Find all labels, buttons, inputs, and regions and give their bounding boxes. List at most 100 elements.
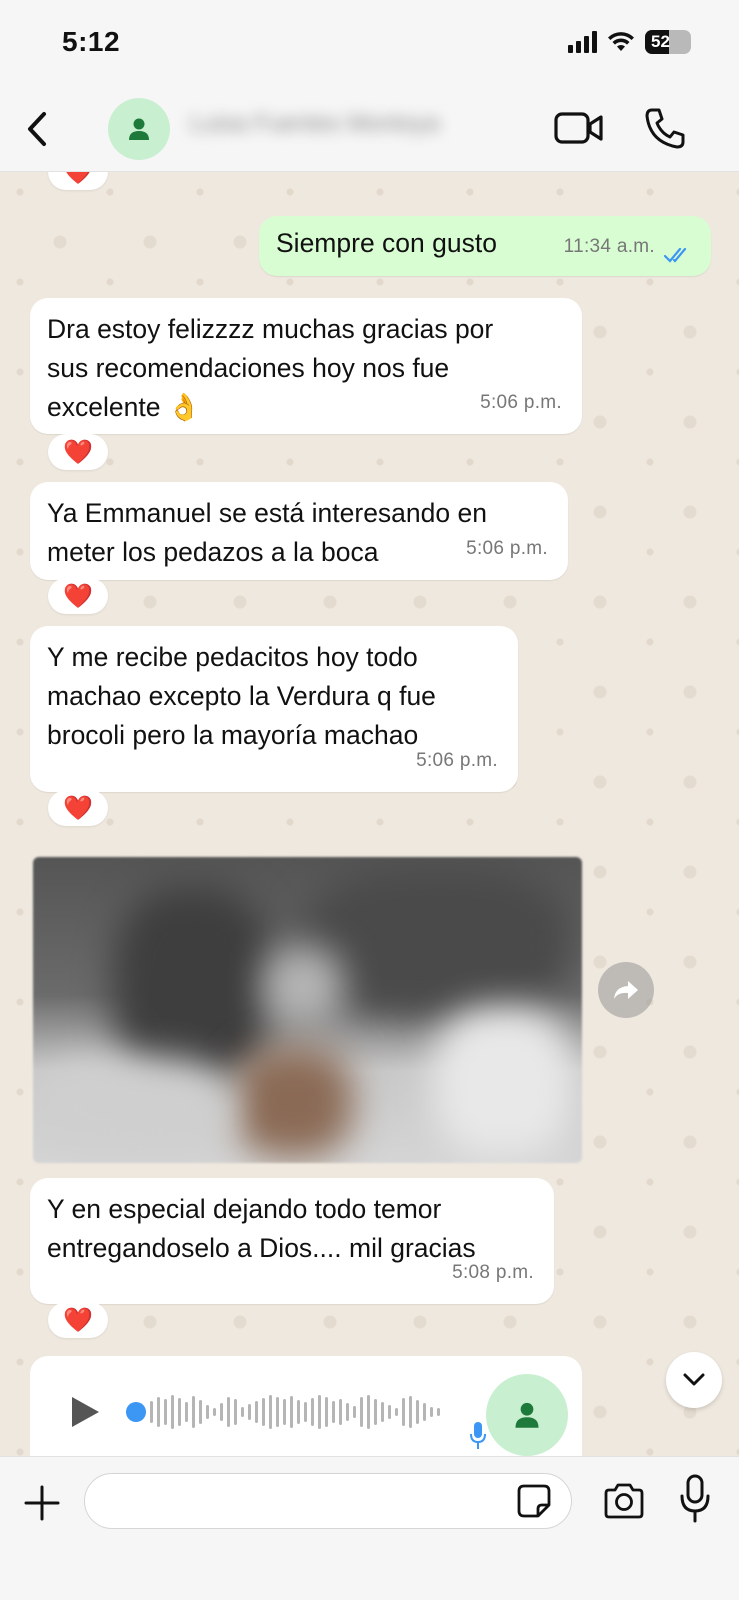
- message-time: 11:34 a.m.: [563, 236, 655, 257]
- waveform-bar: [206, 1405, 209, 1419]
- waveform-bar: [213, 1408, 216, 1416]
- waveform-bar: [164, 1399, 167, 1425]
- battery-level: 52: [651, 32, 670, 51]
- waveform-bar: [346, 1403, 349, 1421]
- reaction-badge[interactable]: ❤️: [48, 578, 108, 614]
- video-camera-icon[interactable]: [553, 106, 605, 150]
- waveform-bar: [262, 1398, 265, 1426]
- heart-reaction: ❤️: [63, 438, 93, 466]
- camera-icon[interactable]: [602, 1481, 646, 1521]
- plus-icon[interactable]: [22, 1483, 62, 1523]
- message-bubble-incoming[interactable]: Y en especial dejando todo temor entrega…: [30, 1178, 554, 1304]
- heart-reaction: ❤️: [63, 1306, 93, 1334]
- waveform-bar: [360, 1397, 363, 1427]
- composer-bar: [0, 1456, 739, 1600]
- microphone-icon[interactable]: [678, 1473, 712, 1525]
- waveform-bar: [367, 1395, 370, 1429]
- message-bubble-incoming[interactable]: Ya Emmanuel se está interesando en meter…: [30, 482, 568, 580]
- waveform-bar: [269, 1395, 272, 1429]
- play-icon[interactable]: [68, 1394, 102, 1430]
- avatar: [486, 1374, 568, 1456]
- waveform-bar: [374, 1399, 377, 1425]
- message-line: Dra estoy felizzzz muchas gracias por: [47, 314, 494, 344]
- heart-reaction: ❤️: [63, 582, 93, 610]
- waveform-bar: [318, 1395, 321, 1429]
- battery-icon: 52: [645, 30, 691, 54]
- contact-name[interactable]: Luisa Fuentes Montoya: [190, 110, 510, 146]
- signal-icon: [568, 31, 597, 53]
- sticker-icon[interactable]: [516, 1483, 552, 1519]
- waveform-bar: [297, 1400, 300, 1424]
- chevron-left-icon[interactable]: [18, 104, 58, 154]
- waveform-bar: [255, 1401, 258, 1423]
- waveform-bar: [150, 1401, 153, 1423]
- message-time: 5:06 p.m.: [416, 750, 498, 771]
- waveform-bar: [325, 1397, 328, 1427]
- waveform-bar: [409, 1396, 412, 1428]
- message-bubble-incoming[interactable]: Y me recibe pedacitos hoy todo machao ex…: [30, 626, 518, 792]
- waveform-bar: [402, 1398, 405, 1426]
- message-line: machao excepto la Verdura q fue: [47, 681, 436, 711]
- person-icon: [129, 118, 149, 140]
- chat-area[interactable]: ❤️ Siempre con gusto 11:34 a.m. Dra esto…: [0, 172, 739, 1456]
- chat-header: Luisa Fuentes Montoya: [0, 86, 739, 172]
- waveform-bar: [388, 1405, 391, 1419]
- waveform-bar: [178, 1398, 181, 1426]
- waveform-bar: [157, 1397, 160, 1427]
- message-bubble-outgoing[interactable]: Siempre con gusto 11:34 a.m.: [259, 216, 711, 276]
- double-check-icon: [663, 247, 687, 263]
- reaction-badge[interactable]: ❤️: [48, 790, 108, 826]
- waveform-bar: [332, 1401, 335, 1423]
- heart-reaction: ❤️: [63, 794, 93, 822]
- waveform-bar: [283, 1399, 286, 1425]
- wifi-icon: [608, 32, 634, 51]
- message-time: 5:06 p.m.: [466, 538, 548, 559]
- waveform[interactable]: [126, 1392, 486, 1432]
- waveform-bar: [353, 1406, 356, 1418]
- waveform-bar: [171, 1395, 174, 1429]
- scroll-down-button[interactable]: [666, 1352, 722, 1408]
- waveform-bar: [395, 1408, 398, 1416]
- heart-reaction: ❤️: [63, 172, 93, 186]
- waveform-bar: [185, 1402, 188, 1422]
- waveform-bar: [227, 1397, 230, 1427]
- waveform-bar: [311, 1398, 314, 1426]
- person-icon: [515, 1402, 539, 1428]
- reaction-badge[interactable]: ❤️: [48, 172, 108, 190]
- message-time: 5:06 p.m.: [480, 392, 562, 413]
- waveform-bar: [416, 1400, 419, 1424]
- reaction-badge[interactable]: ❤️: [48, 1302, 108, 1338]
- chevron-down-icon: [683, 1373, 705, 1386]
- waveform-bar: [234, 1399, 237, 1425]
- waveform-bar: [381, 1402, 384, 1422]
- message-time: 5:08 p.m.: [452, 1262, 534, 1283]
- avatar[interactable]: [108, 98, 170, 160]
- status-bar: 5:12 52: [0, 0, 739, 86]
- microphone-icon: [470, 1422, 486, 1449]
- waveform-bar: [430, 1407, 433, 1417]
- status-icons: 52: [568, 30, 695, 54]
- message-line: Ya Emmanuel se está interesando en: [47, 498, 487, 528]
- forward-icon: [614, 981, 638, 999]
- media-thumbnail[interactable]: [33, 857, 582, 1163]
- waveform-bar: [192, 1396, 195, 1428]
- message-bubble-incoming[interactable]: Dra estoy felizzzz muchas gracias por su…: [30, 298, 582, 434]
- message-line: Y me recibe pedacitos hoy todo: [47, 642, 418, 672]
- forward-button[interactable]: [598, 962, 654, 1018]
- waveform-bar: [304, 1402, 307, 1422]
- waveform-bar: [437, 1408, 440, 1416]
- message-input[interactable]: [84, 1473, 572, 1529]
- message-line: Y en especial dejando todo temor: [47, 1194, 442, 1224]
- message-text: Siempre con gusto: [276, 228, 497, 258]
- waveform-bar: [241, 1407, 244, 1417]
- waveform-bar: [276, 1397, 279, 1427]
- waveform-bar: [220, 1403, 223, 1421]
- voice-message[interactable]: [30, 1356, 582, 1456]
- waveform-bar: [339, 1399, 342, 1425]
- waveform-bar: [423, 1403, 426, 1421]
- reaction-badge[interactable]: ❤️: [48, 434, 108, 470]
- status-time: 5:12: [62, 26, 121, 57]
- waveform-bar: [248, 1404, 251, 1420]
- phone-icon[interactable]: [642, 104, 688, 152]
- playhead[interactable]: [126, 1402, 146, 1422]
